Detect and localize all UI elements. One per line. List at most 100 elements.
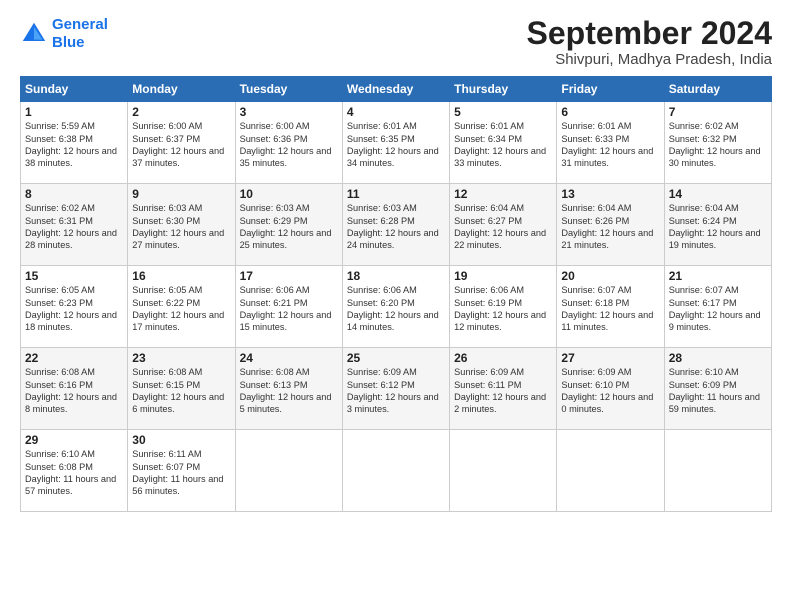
- day-cell: 6 Sunrise: 6:01 AMSunset: 6:33 PMDayligh…: [557, 102, 664, 184]
- day-info: Sunrise: 6:04 AMSunset: 6:26 PMDaylight:…: [561, 203, 653, 250]
- week-row-3: 22 Sunrise: 6:08 AMSunset: 6:16 PMDaylig…: [21, 348, 772, 430]
- day-info: Sunrise: 6:03 AMSunset: 6:28 PMDaylight:…: [347, 203, 439, 250]
- logo: General Blue: [20, 16, 108, 52]
- day-info: Sunrise: 6:01 AMSunset: 6:35 PMDaylight:…: [347, 121, 439, 168]
- day-cell: 16 Sunrise: 6:05 AMSunset: 6:22 PMDaylig…: [128, 266, 235, 348]
- day-cell: 3 Sunrise: 6:00 AMSunset: 6:36 PMDayligh…: [235, 102, 342, 184]
- week-row-0: 1 Sunrise: 5:59 AMSunset: 6:38 PMDayligh…: [21, 102, 772, 184]
- day-info: Sunrise: 6:05 AMSunset: 6:23 PMDaylight:…: [25, 285, 117, 332]
- subtitle: Shivpuri, Madhya Pradesh, India: [527, 51, 772, 68]
- title-block: September 2024 Shivpuri, Madhya Pradesh,…: [527, 16, 772, 68]
- day-number: 23: [132, 351, 230, 365]
- day-number: 10: [240, 187, 338, 201]
- day-number: 16: [132, 269, 230, 283]
- th-sunday: Sunday: [21, 77, 128, 102]
- day-cell: 12 Sunrise: 6:04 AMSunset: 6:27 PMDaylig…: [450, 184, 557, 266]
- day-cell: [664, 430, 771, 512]
- day-number: 3: [240, 105, 338, 119]
- day-number: 7: [669, 105, 767, 119]
- day-cell: 30 Sunrise: 6:11 AMSunset: 6:07 PMDaylig…: [128, 430, 235, 512]
- day-info: Sunrise: 6:06 AMSunset: 6:20 PMDaylight:…: [347, 285, 439, 332]
- day-info: Sunrise: 6:11 AMSunset: 6:07 PMDaylight:…: [132, 449, 223, 496]
- header-row-days: Sunday Monday Tuesday Wednesday Thursday…: [21, 77, 772, 102]
- th-thursday: Thursday: [450, 77, 557, 102]
- th-friday: Friday: [557, 77, 664, 102]
- day-number: 21: [669, 269, 767, 283]
- day-info: Sunrise: 6:09 AMSunset: 6:11 PMDaylight:…: [454, 367, 546, 414]
- day-number: 11: [347, 187, 445, 201]
- day-info: Sunrise: 6:06 AMSunset: 6:19 PMDaylight:…: [454, 285, 546, 332]
- day-info: Sunrise: 6:05 AMSunset: 6:22 PMDaylight:…: [132, 285, 224, 332]
- day-info: Sunrise: 6:06 AMSunset: 6:21 PMDaylight:…: [240, 285, 332, 332]
- day-info: Sunrise: 6:03 AMSunset: 6:30 PMDaylight:…: [132, 203, 224, 250]
- day-info: Sunrise: 6:08 AMSunset: 6:16 PMDaylight:…: [25, 367, 117, 414]
- th-monday: Monday: [128, 77, 235, 102]
- day-info: Sunrise: 6:07 AMSunset: 6:18 PMDaylight:…: [561, 285, 653, 332]
- day-info: Sunrise: 6:02 AMSunset: 6:31 PMDaylight:…: [25, 203, 117, 250]
- day-number: 14: [669, 187, 767, 201]
- th-tuesday: Tuesday: [235, 77, 342, 102]
- day-number: 12: [454, 187, 552, 201]
- day-number: 4: [347, 105, 445, 119]
- day-cell: 25 Sunrise: 6:09 AMSunset: 6:12 PMDaylig…: [342, 348, 449, 430]
- day-info: Sunrise: 6:08 AMSunset: 6:13 PMDaylight:…: [240, 367, 332, 414]
- day-number: 19: [454, 269, 552, 283]
- day-number: 1: [25, 105, 123, 119]
- day-cell: 18 Sunrise: 6:06 AMSunset: 6:20 PMDaylig…: [342, 266, 449, 348]
- day-cell: [235, 430, 342, 512]
- logo-line2: Blue: [52, 34, 85, 51]
- day-number: 27: [561, 351, 659, 365]
- day-cell: 23 Sunrise: 6:08 AMSunset: 6:15 PMDaylig…: [128, 348, 235, 430]
- day-number: 29: [25, 433, 123, 447]
- day-cell: 17 Sunrise: 6:06 AMSunset: 6:21 PMDaylig…: [235, 266, 342, 348]
- day-cell: 20 Sunrise: 6:07 AMSunset: 6:18 PMDaylig…: [557, 266, 664, 348]
- week-row-4: 29 Sunrise: 6:10 AMSunset: 6:08 PMDaylig…: [21, 430, 772, 512]
- day-cell: 11 Sunrise: 6:03 AMSunset: 6:28 PMDaylig…: [342, 184, 449, 266]
- day-info: Sunrise: 6:04 AMSunset: 6:27 PMDaylight:…: [454, 203, 546, 250]
- day-number: 2: [132, 105, 230, 119]
- day-info: Sunrise: 6:00 AMSunset: 6:36 PMDaylight:…: [240, 121, 332, 168]
- day-number: 5: [454, 105, 552, 119]
- day-cell: 4 Sunrise: 6:01 AMSunset: 6:35 PMDayligh…: [342, 102, 449, 184]
- day-cell: 22 Sunrise: 6:08 AMSunset: 6:16 PMDaylig…: [21, 348, 128, 430]
- day-info: Sunrise: 6:09 AMSunset: 6:12 PMDaylight:…: [347, 367, 439, 414]
- day-number: 9: [132, 187, 230, 201]
- week-row-2: 15 Sunrise: 6:05 AMSunset: 6:23 PMDaylig…: [21, 266, 772, 348]
- day-number: 25: [347, 351, 445, 365]
- day-number: 20: [561, 269, 659, 283]
- day-info: Sunrise: 6:08 AMSunset: 6:15 PMDaylight:…: [132, 367, 224, 414]
- day-info: Sunrise: 6:00 AMSunset: 6:37 PMDaylight:…: [132, 121, 224, 168]
- day-cell: 14 Sunrise: 6:04 AMSunset: 6:24 PMDaylig…: [664, 184, 771, 266]
- month-title: September 2024: [527, 16, 772, 51]
- day-info: Sunrise: 6:01 AMSunset: 6:34 PMDaylight:…: [454, 121, 546, 168]
- day-cell: 2 Sunrise: 6:00 AMSunset: 6:37 PMDayligh…: [128, 102, 235, 184]
- day-cell: [342, 430, 449, 512]
- day-cell: 29 Sunrise: 6:10 AMSunset: 6:08 PMDaylig…: [21, 430, 128, 512]
- logo-line1: General: [52, 16, 108, 33]
- day-cell: 1 Sunrise: 5:59 AMSunset: 6:38 PMDayligh…: [21, 102, 128, 184]
- day-cell: 9 Sunrise: 6:03 AMSunset: 6:30 PMDayligh…: [128, 184, 235, 266]
- day-cell: 15 Sunrise: 6:05 AMSunset: 6:23 PMDaylig…: [21, 266, 128, 348]
- page: General Blue September 2024 Shivpuri, Ma…: [0, 0, 792, 612]
- day-number: 22: [25, 351, 123, 365]
- logo-text: General Blue: [52, 16, 108, 52]
- day-number: 15: [25, 269, 123, 283]
- day-number: 17: [240, 269, 338, 283]
- day-cell: 26 Sunrise: 6:09 AMSunset: 6:11 PMDaylig…: [450, 348, 557, 430]
- day-cell: 10 Sunrise: 6:03 AMSunset: 6:29 PMDaylig…: [235, 184, 342, 266]
- day-cell: 24 Sunrise: 6:08 AMSunset: 6:13 PMDaylig…: [235, 348, 342, 430]
- day-info: Sunrise: 5:59 AMSunset: 6:38 PMDaylight:…: [25, 121, 117, 168]
- day-number: 24: [240, 351, 338, 365]
- day-info: Sunrise: 6:10 AMSunset: 6:09 PMDaylight:…: [669, 367, 760, 414]
- day-info: Sunrise: 6:07 AMSunset: 6:17 PMDaylight:…: [669, 285, 761, 332]
- day-number: 8: [25, 187, 123, 201]
- day-cell: 13 Sunrise: 6:04 AMSunset: 6:26 PMDaylig…: [557, 184, 664, 266]
- day-cell: 27 Sunrise: 6:09 AMSunset: 6:10 PMDaylig…: [557, 348, 664, 430]
- day-info: Sunrise: 6:01 AMSunset: 6:33 PMDaylight:…: [561, 121, 653, 168]
- day-info: Sunrise: 6:09 AMSunset: 6:10 PMDaylight:…: [561, 367, 653, 414]
- day-cell: 7 Sunrise: 6:02 AMSunset: 6:32 PMDayligh…: [664, 102, 771, 184]
- day-number: 18: [347, 269, 445, 283]
- day-info: Sunrise: 6:03 AMSunset: 6:29 PMDaylight:…: [240, 203, 332, 250]
- day-cell: 5 Sunrise: 6:01 AMSunset: 6:34 PMDayligh…: [450, 102, 557, 184]
- week-row-1: 8 Sunrise: 6:02 AMSunset: 6:31 PMDayligh…: [21, 184, 772, 266]
